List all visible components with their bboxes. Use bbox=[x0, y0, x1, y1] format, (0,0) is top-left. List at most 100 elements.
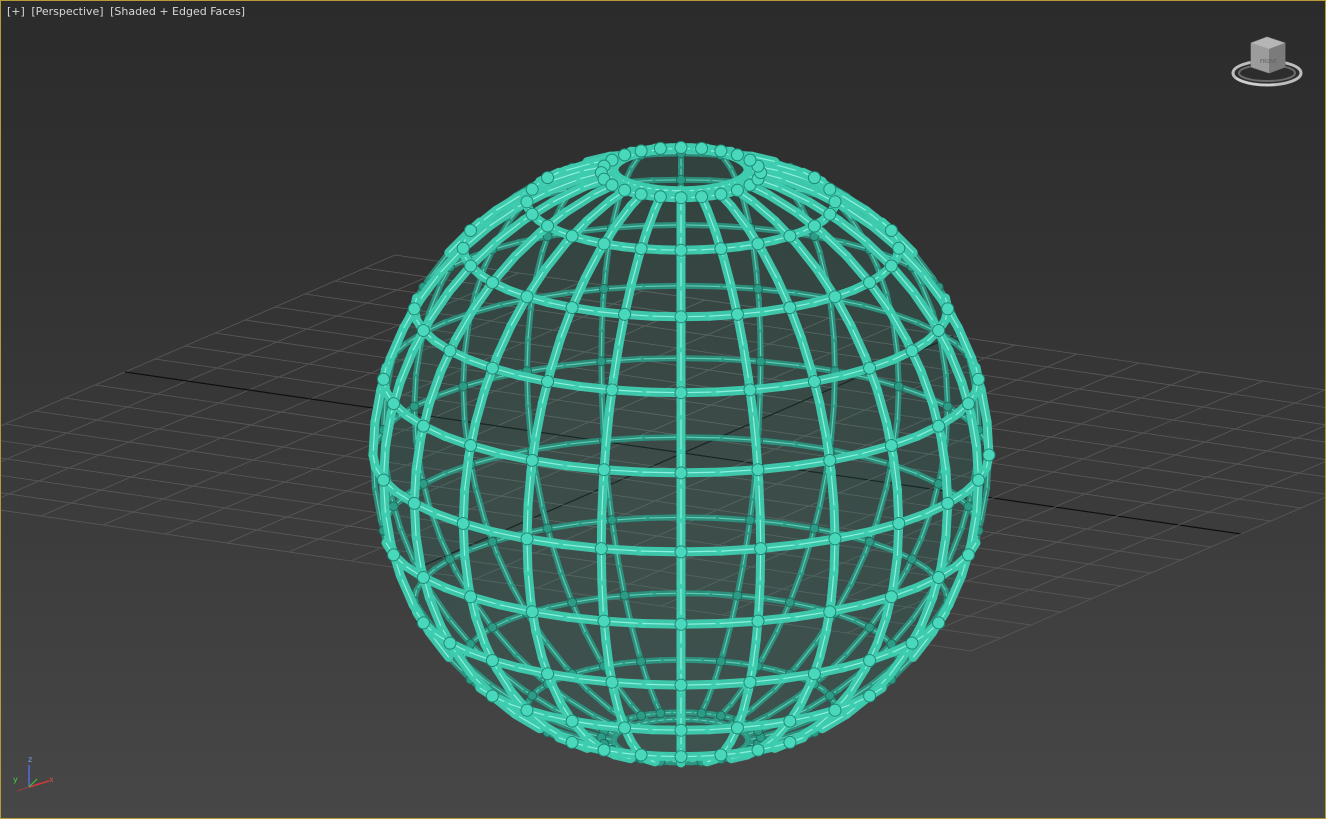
lattice-node bbox=[823, 182, 837, 196]
lattice-node bbox=[743, 153, 757, 167]
lattice-node bbox=[407, 302, 421, 316]
lattice-node bbox=[443, 636, 457, 650]
lattice-node bbox=[485, 654, 499, 667]
lattice-node bbox=[864, 536, 875, 547]
lattice-node bbox=[605, 178, 619, 192]
lattice-node bbox=[458, 381, 469, 392]
lattice-node bbox=[618, 307, 632, 321]
lattice-node bbox=[751, 237, 765, 251]
lattice-node bbox=[456, 241, 470, 255]
lattice-node bbox=[416, 571, 430, 584]
parallel-ring-edge bbox=[640, 357, 682, 360]
lattice-node bbox=[416, 324, 430, 337]
lattice-node bbox=[730, 721, 744, 735]
lattice-node bbox=[597, 614, 611, 628]
lattice-node bbox=[634, 748, 648, 762]
lattice-node bbox=[485, 689, 499, 703]
lattice-node bbox=[618, 183, 632, 197]
viewcube-icon[interactable]: FRONT bbox=[1229, 33, 1307, 95]
lattice-node bbox=[751, 743, 765, 757]
axis-x-label: x bbox=[49, 775, 54, 784]
lattice-node bbox=[807, 667, 821, 681]
lattice-node bbox=[824, 690, 835, 701]
parallel-ring-edge bbox=[680, 357, 722, 360]
lattice-node bbox=[941, 302, 955, 316]
lattice-node bbox=[809, 523, 820, 534]
lattice-node bbox=[864, 622, 875, 633]
lattice-node bbox=[485, 276, 499, 289]
lattice-node bbox=[464, 259, 478, 273]
parallel-ring-edge bbox=[642, 436, 682, 439]
lattice-node bbox=[674, 545, 688, 559]
lattice-node bbox=[932, 616, 946, 630]
lattice-node bbox=[884, 224, 898, 237]
lattice-node bbox=[674, 310, 688, 324]
lattice-node bbox=[972, 372, 985, 386]
lattice-node bbox=[407, 496, 421, 510]
lattice-node bbox=[754, 542, 768, 556]
viewport-menu-plus[interactable]: [+] bbox=[7, 5, 25, 18]
lattice-node bbox=[520, 532, 534, 546]
lattice-node bbox=[416, 616, 430, 630]
lattice-node bbox=[597, 463, 611, 477]
lattice-node bbox=[755, 356, 766, 367]
lattice-node bbox=[674, 386, 688, 400]
lattice-node bbox=[674, 750, 688, 764]
lattice-node bbox=[597, 743, 611, 757]
lattice-node bbox=[941, 496, 955, 510]
lattice-node bbox=[828, 195, 842, 209]
lattice-node bbox=[565, 301, 579, 315]
axis-y-label: y bbox=[13, 775, 18, 784]
perspective-viewport[interactable]: [+] [Perspective] [Shaded + Edged Faces]… bbox=[0, 0, 1326, 819]
lattice-node bbox=[464, 224, 478, 237]
lattice-node bbox=[636, 656, 647, 667]
lattice-node bbox=[618, 721, 632, 735]
lattice-node bbox=[863, 654, 877, 667]
lattice-node bbox=[525, 182, 539, 196]
lattice-node bbox=[753, 283, 763, 294]
lattice-node bbox=[730, 183, 744, 197]
lattice-node bbox=[714, 187, 728, 201]
lattice-node bbox=[745, 515, 755, 526]
lattice-node bbox=[863, 361, 877, 375]
lattice-node bbox=[823, 207, 837, 221]
lattice-node bbox=[594, 542, 608, 556]
viewport-label-menu: [+] [Perspective] [Shaded + Edged Faces] bbox=[7, 5, 248, 18]
lattice-node bbox=[783, 735, 797, 749]
lattice-node bbox=[751, 463, 765, 477]
lattice-node bbox=[445, 554, 455, 565]
lattice-node bbox=[634, 144, 648, 158]
axis-z-label: z bbox=[28, 755, 33, 764]
lattice-node bbox=[674, 141, 688, 154]
lattice-node bbox=[932, 419, 946, 433]
lattice-node bbox=[695, 190, 709, 204]
lattice-node bbox=[418, 478, 429, 489]
lattice-node bbox=[884, 439, 898, 452]
lattice-node bbox=[783, 229, 797, 243]
scene-canvas[interactable] bbox=[1, 1, 1326, 819]
lattice-node bbox=[565, 714, 579, 728]
lattice-node bbox=[443, 344, 457, 358]
lattice-node bbox=[783, 714, 797, 728]
viewport-view-mode[interactable]: [Perspective] bbox=[31, 5, 103, 18]
parallel-ring-edge bbox=[680, 436, 720, 439]
lattice-node bbox=[884, 259, 898, 273]
viewport-shading-mode[interactable]: [Shaded + Edged Faces] bbox=[110, 5, 245, 18]
lattice-node bbox=[619, 590, 630, 601]
lattice-node bbox=[942, 401, 953, 412]
lattice-node bbox=[892, 517, 906, 530]
lattice-node bbox=[605, 675, 619, 689]
lattice-node bbox=[377, 372, 390, 386]
lattice-node bbox=[715, 710, 726, 721]
axis-tripod: z y x bbox=[9, 755, 61, 797]
lattice-node bbox=[464, 439, 478, 452]
lattice-node bbox=[487, 536, 498, 547]
lattice-node bbox=[907, 554, 917, 565]
lattice-node bbox=[565, 229, 579, 243]
lattice-node bbox=[527, 690, 538, 701]
parallel-ring-edge bbox=[642, 285, 682, 288]
grid-line bbox=[1, 254, 396, 427]
lattice-node bbox=[714, 242, 728, 256]
lattice-node bbox=[932, 571, 946, 584]
lattice-node bbox=[751, 614, 765, 628]
